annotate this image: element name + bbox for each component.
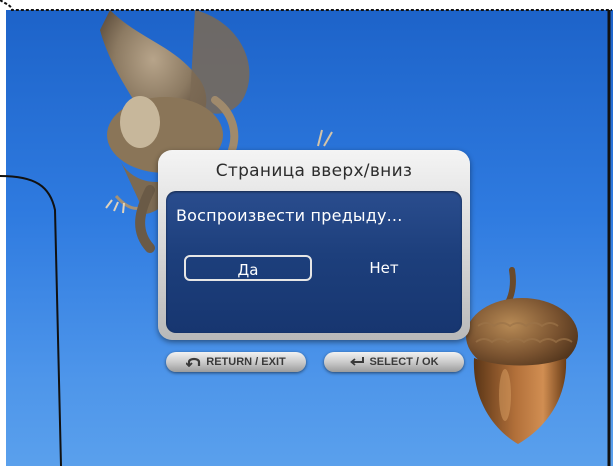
return-arrow-icon: [186, 357, 201, 367]
return-exit-button[interactable]: RETURN / EXIT: [166, 352, 306, 372]
confirm-dialog: Страница вверх/вниз Воспроизвести предыд…: [158, 150, 470, 340]
yes-button[interactable]: Да: [184, 255, 312, 281]
dialog-title: Страница вверх/вниз: [215, 161, 413, 181]
dialog-message: Воспроизвести предыду...: [176, 206, 403, 225]
select-ok-button[interactable]: SELECT / OK: [324, 352, 464, 372]
enter-arrow-icon: [350, 356, 365, 366]
no-button[interactable]: Нет: [338, 255, 430, 281]
dialog-body: Воспроизвести предыду... Да Нет: [166, 191, 462, 333]
acorn-illustration: [466, 267, 578, 444]
return-exit-label: RETURN / EXIT: [206, 356, 286, 369]
screen: Страница вверх/вниз Воспроизвести предыд…: [0, 0, 613, 466]
select-ok-label: SELECT / OK: [369, 356, 439, 369]
